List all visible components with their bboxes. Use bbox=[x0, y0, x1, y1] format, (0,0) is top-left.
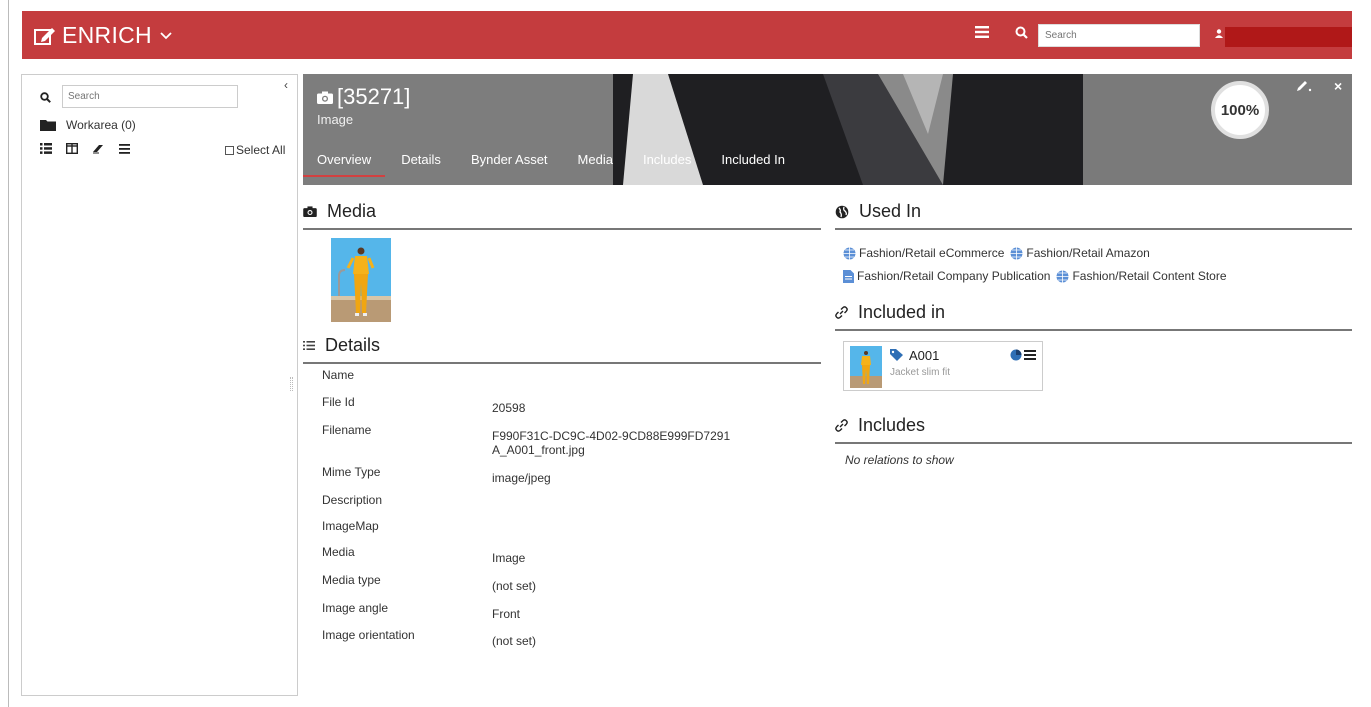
detail-label: Image orientation bbox=[322, 628, 415, 642]
search-icon bbox=[40, 92, 51, 103]
select-all-checkbox[interactable]: Select All bbox=[225, 143, 285, 157]
globe-icon bbox=[835, 205, 849, 218]
tag-icon bbox=[890, 349, 903, 361]
item-code: A001 bbox=[909, 348, 940, 363]
camera-icon bbox=[303, 206, 317, 217]
menu-icon[interactable] bbox=[1024, 350, 1036, 360]
entity-header: [35271] Image Overview Details Bynder As… bbox=[303, 74, 1352, 185]
detail-label: Mime Type bbox=[322, 465, 381, 479]
detail-label: Description bbox=[322, 493, 383, 507]
included-in-item[interactable]: A001 Jacket slim fit bbox=[843, 341, 1043, 391]
workarea-label: Workarea (0) bbox=[66, 118, 136, 132]
workarea-search-input[interactable] bbox=[62, 85, 238, 108]
tab-bynder-asset[interactable]: Bynder Asset bbox=[471, 152, 548, 177]
tab-includes[interactable]: Includes bbox=[643, 152, 691, 177]
entity-type: Image bbox=[317, 112, 354, 127]
list-view-icon[interactable] bbox=[40, 143, 52, 154]
tab-media[interactable]: Media bbox=[578, 152, 613, 177]
detail-value: F990F31C-DC9C-4D02-9CD88E999FD7291A_A001… bbox=[492, 429, 731, 457]
menu-icon[interactable] bbox=[119, 143, 130, 154]
used-in-channels: Fashion/Retail eCommerce Fashion/Retail … bbox=[843, 246, 1233, 292]
detail-value: 20598 bbox=[492, 401, 526, 415]
collapse-panel-button[interactable]: ‹ bbox=[284, 78, 288, 92]
tab-included-in[interactable]: Included In bbox=[721, 152, 785, 177]
globe-icon bbox=[1010, 247, 1023, 259]
included-in-section-title: Included in bbox=[858, 302, 946, 322]
app-name: ENRICH bbox=[62, 22, 152, 48]
channel-link[interactable]: Fashion/Retail Amazon bbox=[1010, 246, 1150, 260]
media-thumbnail[interactable] bbox=[331, 238, 391, 322]
entity-tabs: Overview Details Bynder Asset Media Incl… bbox=[303, 152, 815, 177]
workarea-panel: ‹ Workarea (0) Sele bbox=[21, 74, 298, 696]
columns-view-icon[interactable] bbox=[66, 143, 78, 154]
pencil-icon[interactable] bbox=[1296, 80, 1312, 92]
media-section-title: Media bbox=[327, 201, 377, 221]
view-toolbar bbox=[40, 143, 130, 154]
detail-label: File Id bbox=[322, 395, 355, 409]
global-search-input[interactable] bbox=[1038, 24, 1200, 47]
detail-value: Image bbox=[492, 551, 526, 565]
channel-link[interactable]: Fashion/Retail Content Store bbox=[1056, 269, 1227, 283]
item-actions bbox=[1010, 349, 1036, 361]
user-icon[interactable] bbox=[1215, 29, 1223, 38]
used-in-section-title: Used In bbox=[859, 201, 922, 221]
list-icon bbox=[303, 341, 315, 350]
includes-section-header: Includes bbox=[835, 415, 1352, 444]
detail-label: Media bbox=[322, 545, 355, 559]
detail-value: image/jpeg bbox=[492, 471, 551, 485]
pie-chart-icon[interactable] bbox=[1010, 349, 1022, 361]
detail-value: (not set) bbox=[492, 634, 537, 648]
media-section-header: Media bbox=[303, 201, 821, 230]
includes-empty-message: No relations to show bbox=[845, 453, 954, 467]
chevron-down-icon bbox=[160, 31, 172, 39]
link-icon bbox=[835, 306, 848, 319]
tab-details[interactable]: Details bbox=[401, 152, 441, 177]
workarea-folder[interactable]: Workarea (0) bbox=[40, 118, 136, 132]
detail-label: Media type bbox=[322, 573, 381, 587]
close-icon[interactable]: × bbox=[1334, 78, 1342, 94]
includes-section-title: Includes bbox=[858, 415, 926, 435]
detail-value: Front bbox=[492, 607, 521, 621]
channel-link[interactable]: Fashion/Retail Company Publication bbox=[843, 269, 1050, 283]
eraser-icon[interactable] bbox=[92, 143, 105, 154]
detail-label: Image angle bbox=[322, 601, 389, 615]
detail-label: ImageMap bbox=[322, 519, 379, 533]
channel-name: Fashion/Retail Company Publication bbox=[857, 269, 1051, 283]
channel-name: Fashion/Retail Amazon bbox=[1026, 246, 1150, 260]
select-all-label: Select All bbox=[236, 143, 286, 157]
used-in-section-header: Used In bbox=[835, 201, 1352, 230]
completeness-badge[interactable]: 100% bbox=[1211, 81, 1269, 139]
globe-icon bbox=[843, 247, 856, 259]
channel-name: Fashion/Retail eCommerce bbox=[859, 246, 1005, 260]
details-section-title: Details bbox=[325, 335, 381, 355]
folder-icon bbox=[40, 120, 56, 131]
document-icon bbox=[843, 269, 854, 283]
item-thumbnail bbox=[850, 346, 882, 388]
detail-label: Filename bbox=[322, 423, 372, 437]
channel-link[interactable]: Fashion/Retail eCommerce bbox=[843, 246, 1004, 260]
details-section-header: Details bbox=[303, 335, 821, 364]
detail-label: Name bbox=[322, 368, 355, 382]
hamburger-menu-icon[interactable] bbox=[975, 26, 989, 38]
app-menu[interactable]: ENRICH bbox=[34, 22, 178, 49]
search-icon[interactable] bbox=[1015, 26, 1028, 39]
tab-overview[interactable]: Overview bbox=[303, 152, 386, 177]
entity-id: [35271] bbox=[337, 84, 411, 109]
link-icon bbox=[835, 419, 848, 432]
checkbox-icon bbox=[225, 145, 234, 155]
panel-resize-handle[interactable] bbox=[290, 377, 293, 391]
top-bar: ENRICH bbox=[22, 11, 1352, 59]
edit-icon bbox=[34, 27, 55, 45]
globe-icon bbox=[1056, 270, 1069, 282]
included-in-section-header: Included in bbox=[835, 302, 1352, 331]
user-name-redacted[interactable] bbox=[1225, 27, 1352, 47]
camera-icon bbox=[317, 91, 333, 104]
detail-value: (not set) bbox=[492, 579, 537, 593]
entity-title: [35271] bbox=[317, 84, 410, 110]
channel-name: Fashion/Retail Content Store bbox=[1072, 269, 1227, 283]
item-description: Jacket slim fit bbox=[890, 367, 951, 378]
